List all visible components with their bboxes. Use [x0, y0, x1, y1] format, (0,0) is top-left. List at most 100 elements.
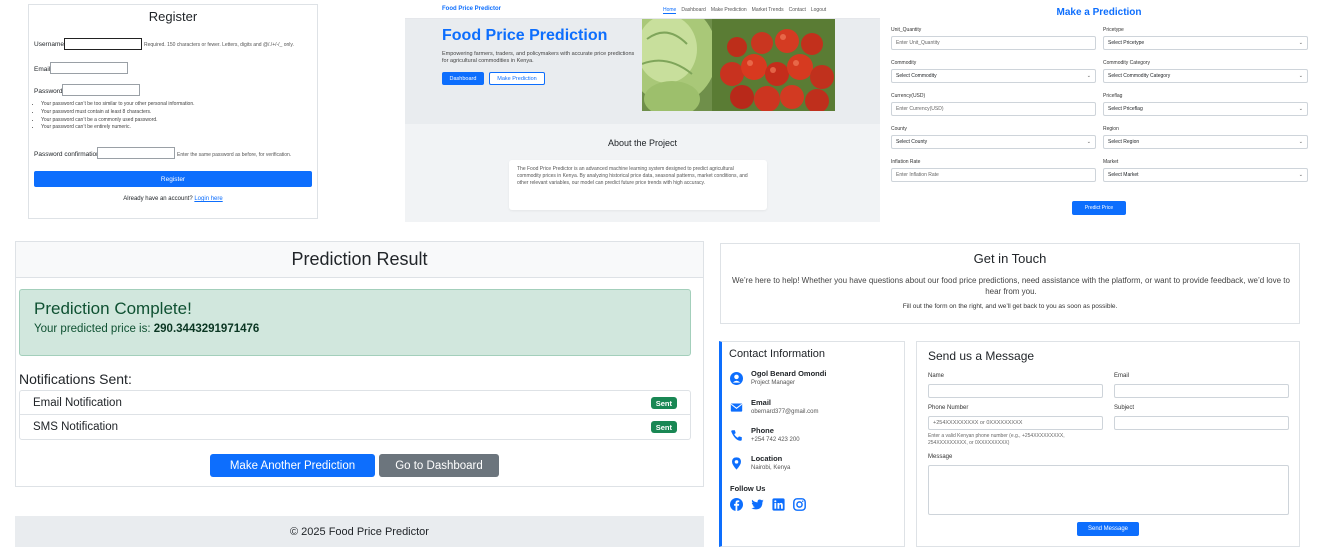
notification-row: Email Notification Sent [20, 391, 690, 415]
chevron-down-icon: ⌄ [1298, 172, 1303, 178]
landing-panel: Food Price Predictor Home Dashboard Make… [405, 0, 880, 222]
user-icon [730, 372, 743, 385]
phone-input[interactable]: +254XXXXXXXXX or 0XXXXXXXXX [928, 416, 1103, 430]
inflation-rate-label: Inflation Rate [891, 159, 921, 165]
pricetype-label: Pricetype [1103, 27, 1124, 33]
username-label: Username [34, 41, 64, 48]
alert-text: Your predicted price is: 290.34432919714… [34, 323, 259, 335]
success-alert: Prediction Complete! Your predicted pric… [19, 289, 691, 356]
region-value: Select Region [1108, 139, 1140, 145]
predict-price-button[interactable]: Predict Price [1072, 201, 1126, 215]
email-address[interactable]: obernard377@gmail.com [751, 409, 818, 415]
market-value: Select Market [1108, 172, 1139, 178]
nav-contact[interactable]: Contact [789, 7, 806, 14]
unit-quantity-label: Unit_Quantity [891, 27, 922, 33]
result-card: Prediction Result Prediction Complete! Y… [15, 241, 704, 487]
password-rule: Your password must contain at least 8 ch… [41, 109, 195, 117]
password-rule: Your password can’t be too similar to yo… [41, 101, 195, 109]
confirm-help: Enter the same password as before, for v… [177, 152, 292, 158]
navbar-brand[interactable]: Food Price Predictor [442, 6, 501, 12]
nav-market-trends[interactable]: Market Trends [752, 7, 784, 14]
password-confirm-input[interactable] [97, 147, 175, 159]
market-label: Market [1103, 159, 1119, 165]
instagram-icon[interactable] [793, 498, 806, 511]
contact-info-title: Contact Information [729, 348, 825, 360]
get-in-touch-small: Fill out the form on the right, and we’l… [902, 303, 1118, 310]
prediction-result-panel: Prediction Result Prediction Complete! Y… [15, 241, 704, 547]
phone-title: Phone [751, 426, 774, 435]
send-message-card: Send us a Message Name Email Phone Numbe… [916, 341, 1300, 547]
nav-dashboard[interactable]: Dashboard [681, 7, 705, 14]
subject-input[interactable] [1114, 416, 1289, 430]
commodity-category-select[interactable]: Select Commodity Category ⌄ [1103, 69, 1308, 83]
pricetype-select[interactable]: Select Pricetype ⌄ [1103, 36, 1308, 50]
envelope-icon [730, 403, 743, 412]
make-prediction-title: Make a Prediction [1056, 7, 1142, 18]
nav-links: Home Dashboard Make Prediction Market Tr… [663, 7, 826, 14]
county-label: County [891, 126, 907, 132]
facebook-icon[interactable] [730, 498, 743, 511]
nav-home[interactable]: Home [663, 7, 677, 14]
location-title: Location [751, 454, 783, 463]
status-badge: Sent [650, 397, 677, 409]
priceflag-value: Select Priceflag [1108, 106, 1143, 112]
vegetables-image [642, 19, 835, 111]
register-button[interactable]: Register [34, 171, 312, 187]
chevron-down-icon: ⌄ [1298, 40, 1303, 46]
priceflag-select[interactable]: Select Priceflag ⌄ [1103, 102, 1308, 116]
send-message-title: Send us a Message [928, 349, 1035, 363]
commodity-select[interactable]: Select Commodity ⌄ [891, 69, 1096, 83]
inflation-rate-input[interactable]: Enter Inflation Rate [891, 168, 1096, 182]
send-message-button[interactable]: Send Message [1077, 522, 1139, 536]
region-label: Region [1103, 126, 1119, 132]
currency-input[interactable]: Enter Currency(USD) [891, 102, 1096, 116]
password-input[interactable] [62, 84, 140, 96]
follow-us-label: Follow Us [730, 484, 766, 493]
message-textarea[interactable] [928, 465, 1289, 515]
about-card: The Food Price Predictor is an advanced … [509, 160, 767, 210]
notifications-title: Notifications Sent: [19, 371, 132, 387]
already-text: Already have an account? [123, 196, 193, 202]
hero-dashboard-button[interactable]: Dashboard [442, 72, 484, 85]
name-input[interactable] [928, 384, 1103, 398]
name-label: Name [928, 373, 945, 379]
password-rule: Your password can’t be entirely numeric. [41, 124, 195, 132]
email-input[interactable] [50, 62, 128, 74]
result-header: Prediction Result [16, 242, 703, 278]
nav-make-prediction[interactable]: Make Prediction [711, 7, 747, 14]
region-select[interactable]: Select Region ⌄ [1103, 135, 1308, 149]
password-label: Password [34, 88, 63, 95]
nav-logout[interactable]: Logout [811, 7, 826, 14]
notifications-list: Email Notification Sent SMS Notification… [19, 390, 691, 440]
map-pin-icon [732, 457, 741, 470]
already-account: Already have an account? Login here [29, 196, 317, 202]
contact-role: Project Manager [751, 380, 796, 386]
market-select[interactable]: Select Market ⌄ [1103, 168, 1308, 182]
contact-info-card: Contact Information Ogol Benard Omondi P… [719, 341, 905, 547]
commodity-label: Commodity [891, 60, 917, 66]
chevron-down-icon: ⌄ [1086, 73, 1091, 79]
message-label: Message [928, 454, 953, 460]
county-select[interactable]: Select County ⌄ [891, 135, 1096, 149]
phone-icon [731, 430, 742, 441]
twitter-icon[interactable] [751, 498, 764, 511]
password-rule: Your password can’t be a commonly used p… [41, 117, 195, 125]
username-input[interactable] [64, 38, 142, 50]
register-title: Register [148, 9, 198, 24]
email-label: Email [1114, 373, 1130, 379]
location-value: Nairobi, Kenya [751, 465, 791, 471]
hero-make-prediction-button[interactable]: Make Prediction [489, 72, 545, 85]
unit-quantity-input[interactable]: Enter Unit_Quantity [891, 36, 1096, 50]
pricetype-value: Select Pricetype [1108, 40, 1145, 46]
linkedin-icon[interactable] [772, 498, 785, 511]
make-another-prediction-button[interactable]: Make Another Prediction [210, 454, 375, 477]
register-panel: Register Username Required. 150 characte… [28, 4, 318, 219]
predicted-price-value: 290.3443291971476 [153, 323, 260, 335]
email-input[interactable] [1114, 384, 1289, 398]
navbar: Food Price Predictor Home Dashboard Make… [405, 0, 880, 19]
contact-name: Ogol Benard Omondi [751, 369, 827, 378]
go-to-dashboard-button[interactable]: Go to Dashboard [379, 454, 499, 477]
login-link[interactable]: Login here [194, 196, 222, 202]
contact-panel: Get in Touch We’re here to help! Whether… [719, 243, 1301, 548]
commodity-value: Select Commodity [896, 73, 937, 79]
